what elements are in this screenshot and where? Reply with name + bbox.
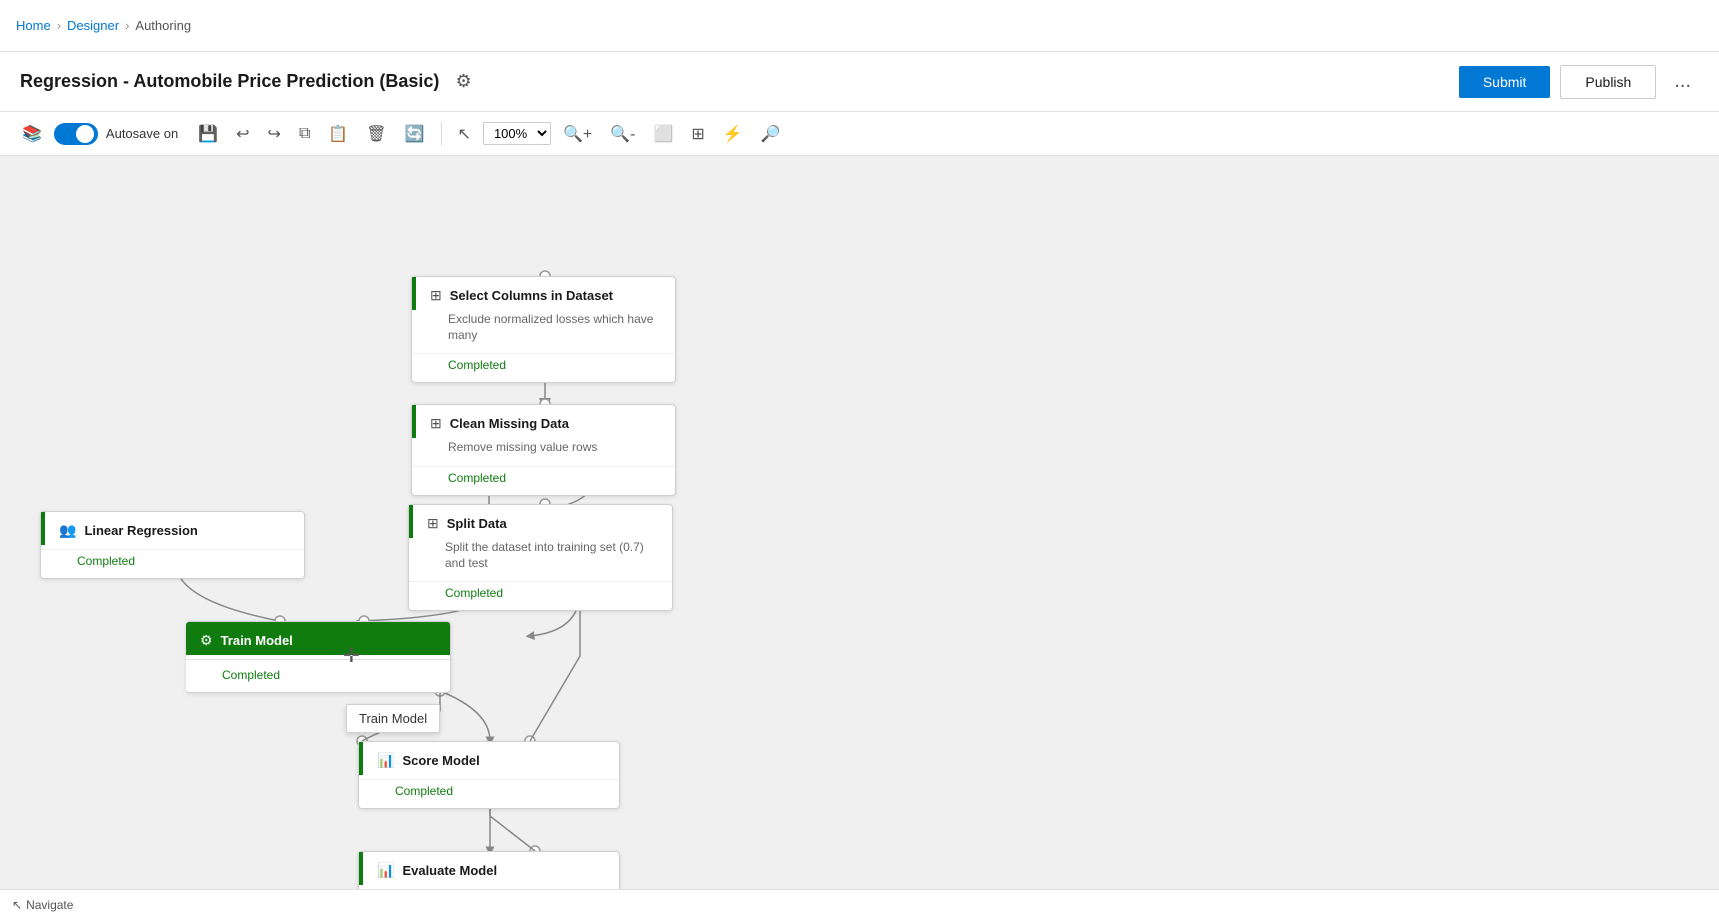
node-icon-split-data: ⊞ bbox=[427, 515, 439, 532]
node-title-train-model: Train Model bbox=[221, 633, 293, 648]
page-title: Regression - Automobile Price Prediction… bbox=[20, 71, 439, 92]
breadcrumb-authoring: Authoring bbox=[135, 18, 191, 33]
paste-button[interactable]: 📋 bbox=[322, 120, 354, 148]
train-model-tooltip: Train Model bbox=[346, 704, 440, 733]
more-button[interactable]: ... bbox=[1666, 66, 1699, 97]
submit-button[interactable]: Submit bbox=[1459, 66, 1551, 98]
node-icon-train-model: ⚙ bbox=[200, 632, 213, 649]
undo-button[interactable]: ↩ bbox=[230, 120, 255, 148]
settings-button[interactable]: ⚙ bbox=[451, 67, 475, 96]
node-status-linear-regression: Completed bbox=[77, 554, 135, 568]
node-title-score-model: Score Model bbox=[402, 753, 479, 768]
node-train-model[interactable]: ⚙ Train Model Completed bbox=[186, 621, 451, 693]
publish-button[interactable]: Publish bbox=[1560, 65, 1656, 99]
node-status-select-columns: Completed bbox=[448, 358, 506, 372]
refresh-button[interactable]: 🔄 bbox=[399, 120, 431, 148]
autosave-toggle[interactable] bbox=[54, 123, 98, 145]
node-clean-missing[interactable]: ⊞ Clean Missing Data Remove missing valu… bbox=[411, 404, 676, 496]
node-title-split-data: Split Data bbox=[447, 516, 507, 531]
node-icon-evaluate-model: 📊 bbox=[377, 862, 394, 879]
toolbar: 📚 Autosave on 💾 ↩ ↪ ⧉ 📋 🗑 🔄 ↖ 100% 75% 5… bbox=[0, 112, 1719, 156]
node-desc-clean-missing: Remove missing value rows bbox=[412, 438, 675, 462]
node-desc-select-columns: Exclude normalized losses which have man… bbox=[412, 310, 675, 349]
bottom-nav: ↖ Navigate bbox=[0, 889, 1719, 919]
grid-button[interactable]: ⊞ bbox=[685, 120, 710, 148]
title-bar: Regression - Automobile Price Prediction… bbox=[0, 52, 1719, 112]
navigate-button[interactable]: ↖ Navigate bbox=[12, 898, 73, 912]
node-icon-linear-regression: 👥 bbox=[59, 522, 76, 539]
delete-button[interactable]: 🗑 bbox=[360, 120, 392, 148]
node-icon-score-model: 📊 bbox=[377, 752, 394, 769]
redo-button[interactable]: ↪ bbox=[262, 120, 287, 148]
node-title-clean-missing: Clean Missing Data bbox=[450, 416, 569, 431]
breadcrumb: Home › Designer › Authoring bbox=[16, 18, 191, 33]
canvas: ⊞ Select Columns in Dataset Exclude norm… bbox=[0, 156, 1719, 919]
node-desc-split-data: Split the dataset into training set (0.7… bbox=[409, 538, 672, 577]
node-status-split-data: Completed bbox=[445, 586, 503, 600]
fit-view-button[interactable]: ⬜ bbox=[647, 120, 679, 148]
node-linear-regression[interactable]: 👥 Linear Regression Completed bbox=[40, 511, 305, 579]
node-split-data[interactable]: ⊞ Split Data Split the dataset into trai… bbox=[408, 504, 673, 611]
zoom-out-button[interactable]: 🔍- bbox=[604, 120, 641, 148]
navigate-icon: ↖ bbox=[12, 898, 22, 912]
run-button[interactable]: ⚡ bbox=[717, 120, 749, 148]
library-button[interactable]: 📚 bbox=[16, 120, 48, 148]
copy-button[interactable]: ⧉ bbox=[293, 121, 316, 147]
node-title-linear-regression: Linear Regression bbox=[84, 523, 197, 538]
zoom-in-button[interactable]: 🔍+ bbox=[557, 120, 598, 148]
top-bar: Home › Designer › Authoring bbox=[0, 0, 1719, 52]
zoom-select[interactable]: 100% 75% 50% 125% bbox=[483, 122, 551, 145]
search-button[interactable]: 🔎 bbox=[755, 120, 787, 148]
autosave-label: Autosave on bbox=[106, 126, 178, 141]
node-title-select-columns: Select Columns in Dataset bbox=[450, 288, 613, 303]
navigate-label: Navigate bbox=[26, 898, 73, 912]
node-status-train-model: Completed bbox=[222, 668, 280, 682]
node-score-model[interactable]: 📊 Score Model Completed bbox=[358, 741, 620, 809]
node-status-score-model: Completed bbox=[395, 784, 453, 798]
save-button[interactable]: 💾 bbox=[192, 120, 224, 148]
node-title-evaluate-model: Evaluate Model bbox=[402, 863, 497, 878]
breadcrumb-home[interactable]: Home bbox=[16, 18, 51, 33]
node-icon-clean-missing: ⊞ bbox=[430, 415, 442, 432]
node-select-columns[interactable]: ⊞ Select Columns in Dataset Exclude norm… bbox=[411, 276, 676, 383]
select-button[interactable]: ↖ bbox=[452, 120, 477, 148]
node-status-clean-missing: Completed bbox=[448, 471, 506, 485]
breadcrumb-designer[interactable]: Designer bbox=[67, 18, 119, 33]
node-icon-select-columns: ⊞ bbox=[430, 287, 442, 304]
